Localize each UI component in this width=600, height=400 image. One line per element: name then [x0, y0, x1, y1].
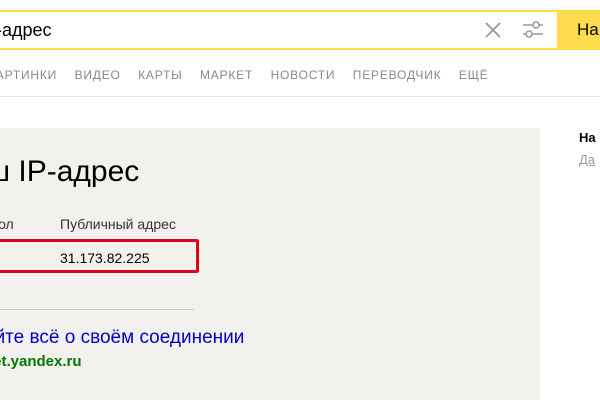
- nav-item-translator[interactable]: ПЕРЕВОДЧИК: [353, 68, 442, 82]
- search-nav: КАРТИНКИ ВИДЕО КАРТЫ МАРКЕТ НОВОСТИ ПЕРЕ…: [0, 66, 502, 82]
- site-link[interactable]: net.yandex.ru: [0, 353, 82, 370]
- settings-sliders-icon[interactable]: [522, 20, 544, 40]
- column-header-public-address: Публичный адрес: [60, 216, 176, 232]
- nav-item-more[interactable]: ЕЩЁ: [459, 68, 489, 82]
- connection-info-link[interactable]: айте всё о своём соединении: [0, 327, 244, 349]
- nav-item-news[interactable]: НОВОСТИ: [271, 68, 336, 82]
- nav-item-market[interactable]: МАРКЕТ: [200, 68, 253, 82]
- ip-address-value: 31.173.82.225: [60, 250, 150, 266]
- column-header-protocol: окол: [0, 216, 14, 232]
- search-box: [0, 10, 557, 50]
- search-input[interactable]: [0, 12, 466, 48]
- nav-item-maps[interactable]: КАРТЫ: [138, 68, 182, 82]
- close-icon[interactable]: [484, 21, 502, 39]
- right-column-link[interactable]: Да: [579, 152, 595, 167]
- card-title: ш IP-адрес: [0, 155, 140, 188]
- card-divider: [0, 309, 194, 310]
- nav-item-video[interactable]: ВИДЕО: [75, 68, 121, 82]
- right-column-title: На: [579, 130, 596, 145]
- nav-item-images[interactable]: КАРТИНКИ: [0, 68, 57, 82]
- search-button[interactable]: На: [557, 10, 600, 50]
- nav-divider: [0, 96, 600, 97]
